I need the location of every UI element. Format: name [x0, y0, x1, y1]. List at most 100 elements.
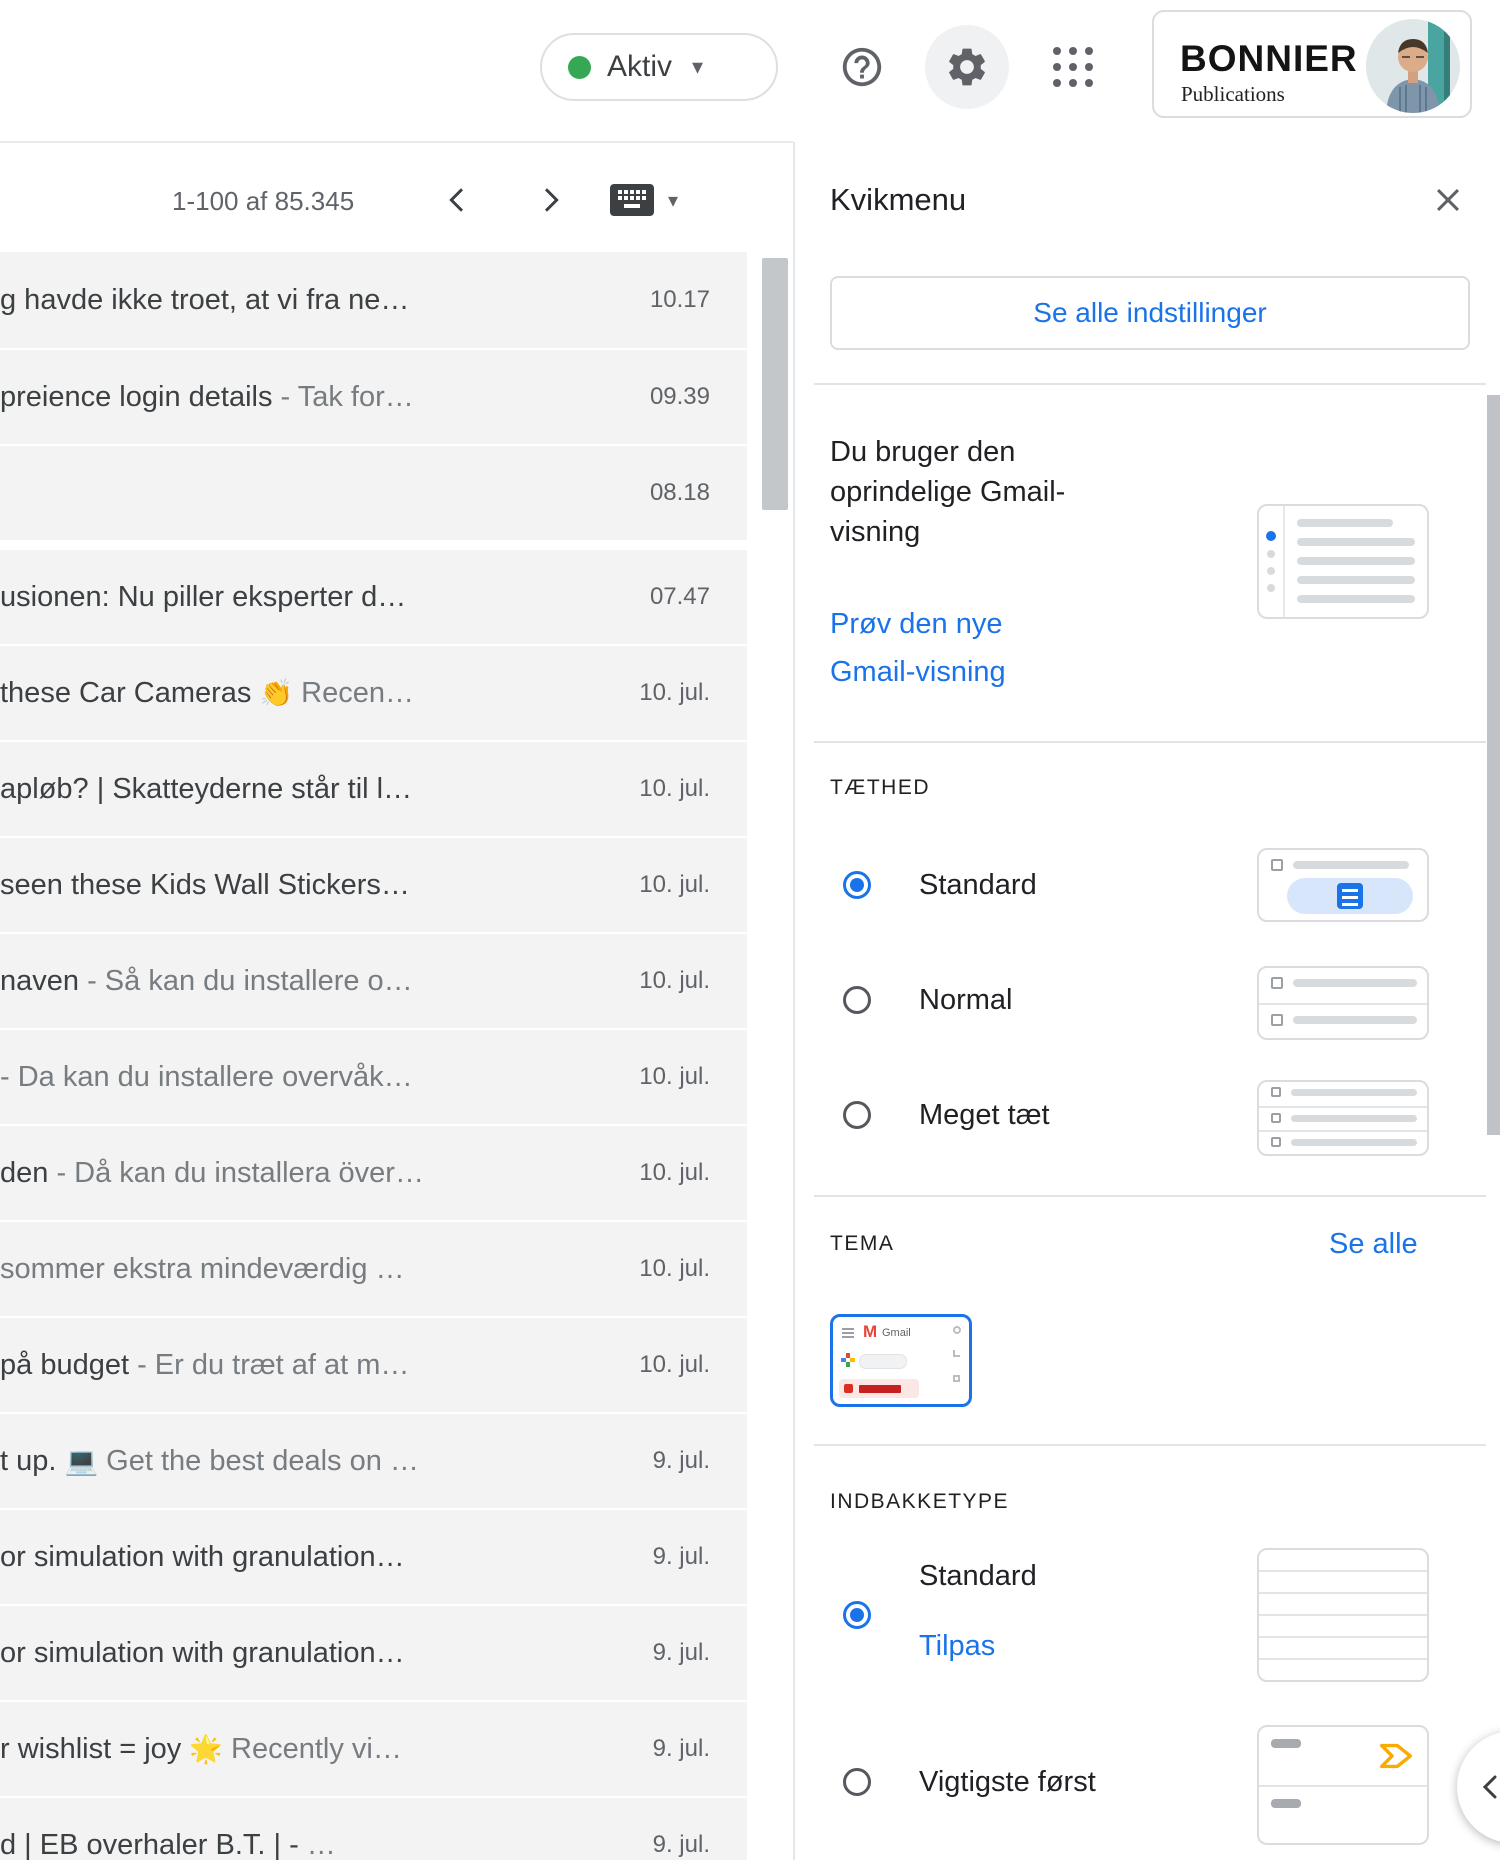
email-row[interactable]: r wishlist = joy 🌟 Recently vi… 9. jul.	[0, 1700, 747, 1796]
selected-label-row	[839, 1379, 919, 1398]
email-row[interactable]: usionen: Nu piller eksperter d… 07.47	[0, 548, 747, 644]
email-time: 10. jul.	[639, 1255, 710, 1282]
try-new-view-link[interactable]: Prøv den nye Gmail-visning	[830, 600, 1006, 696]
density-compact-label: Meget tæt	[919, 1099, 1050, 1131]
illustration-lines	[1285, 506, 1427, 617]
density-standard-label: Standard	[919, 869, 1037, 901]
pagination-count: 1-100 af 85.345	[172, 186, 355, 216]
list-mark	[953, 1350, 960, 1357]
panel-scrollbar[interactable]	[1487, 395, 1500, 1135]
email-row[interactable]: these Car Cameras 👏 Recen… 10. jul.	[0, 644, 747, 740]
email-row[interactable]: 08.18	[0, 444, 747, 540]
email-time: 9. jul.	[652, 1639, 710, 1666]
importance-marker-icon	[1380, 1743, 1412, 1769]
see-all-settings-button[interactable]: Se alle indstillinger	[830, 276, 1470, 350]
gmail-wordmark: Gmail	[882, 1327, 911, 1339]
close-panel-button[interactable]	[1424, 176, 1472, 224]
theme-thumbnail-selected[interactable]: M Gmail	[830, 1314, 972, 1407]
email-subject-segment: t up.	[0, 1444, 65, 1477]
inbox-standard-thumbnail[interactable]	[1257, 1548, 1429, 1682]
density-standard-thumbnail[interactable]	[1257, 848, 1429, 922]
email-time: 10. jul.	[639, 775, 710, 802]
email-time: 08.18	[649, 479, 710, 506]
density-compact-thumbnail[interactable]	[1257, 1080, 1429, 1156]
email-subject: - Da kan du installere overvåk…	[0, 1061, 413, 1094]
email-row[interactable]: or simulation with granulation… 9. jul.	[0, 1508, 747, 1604]
email-row[interactable]: den - Då kan du installera över… 10. jul…	[0, 1124, 747, 1220]
email-row[interactable]: naven - Så kan du installere o… 10. jul.	[0, 932, 747, 1028]
email-subject: usionen: Nu piller eksperter d…	[0, 581, 406, 614]
email-subject-segment: usionen: Nu piller eksperter d…	[0, 580, 407, 613]
density-normal-thumbnail[interactable]	[1257, 966, 1429, 1040]
email-subject: apløb? | Skatteyderne står til l…	[0, 773, 412, 806]
email-row[interactable]: g havde ikke troet, at vi fra ne… 10.17	[0, 252, 747, 348]
sender-pill	[1271, 1799, 1301, 1808]
inbox-important-first-thumbnail[interactable]	[1257, 1725, 1429, 1845]
email-row[interactable]: d | EB overhaler B.T. | - … 9. jul.	[0, 1796, 747, 1860]
email-time: 9. jul.	[652, 1735, 710, 1762]
email-subject-segment: Recently vi…	[222, 1732, 402, 1765]
newer-page-button[interactable]	[436, 178, 480, 222]
email-list: g havde ikke troet, at vi fra ne… 10.17 …	[0, 252, 747, 1860]
email-subject-segment: Get the best deals on …	[98, 1444, 419, 1477]
email-subject-segment: - Er du træt af at m…	[129, 1348, 410, 1381]
email-row[interactable]: t up. 💻 Get the best deals on … 9. jul.	[0, 1412, 747, 1508]
inbox-important-first-radio[interactable]	[843, 1768, 871, 1796]
email-row[interactable]: på budget - Er du træt af at m… 10. jul.	[0, 1316, 747, 1412]
inbox-standard-radio[interactable]	[843, 1601, 871, 1629]
email-subject: r wishlist = joy 🌟 Recently vi…	[0, 1733, 402, 1766]
email-time: 07.47	[649, 583, 710, 610]
email-subject: d | EB overhaler B.T. | - …	[0, 1829, 336, 1860]
email-row[interactable]: seen these Kids Wall Stickers… 10. jul.	[0, 836, 747, 932]
density-compact-radio[interactable]	[843, 1101, 871, 1129]
chevron-down-icon: ▾	[692, 54, 704, 79]
input-tools-button[interactable]: ▾	[608, 182, 678, 218]
email-subject: seen these Kids Wall Stickers…	[0, 869, 410, 902]
email-subject: den - Då kan du installera över…	[0, 1157, 424, 1190]
email-subject: g havde ikke troet, at vi fra ne…	[0, 284, 409, 317]
email-subject: or simulation with granulation…	[0, 1637, 405, 1670]
section-divider	[814, 383, 1486, 385]
density-standard-radio[interactable]	[843, 871, 871, 899]
apps-grid-button[interactable]	[1047, 41, 1099, 93]
view-notice-line: Du bruger den	[830, 436, 1016, 468]
email-subject: sommer ekstra mindeværdig …	[0, 1253, 405, 1286]
email-list-scrollbar[interactable]	[762, 258, 788, 510]
chevron-left-icon	[1482, 1775, 1497, 1799]
email-time: 10. jul.	[639, 1351, 710, 1378]
search-icon	[953, 1326, 961, 1334]
email-subject: preience login details - Tak for…	[0, 381, 414, 414]
email-subject: or simulation with granulation…	[0, 1541, 405, 1574]
email-time: 9. jul.	[652, 1447, 710, 1474]
email-time: 10. jul.	[639, 1159, 710, 1186]
email-row[interactable]: or simulation with granulation… 9. jul.	[0, 1604, 747, 1700]
email-subject-segment: - Tak for…	[272, 380, 414, 413]
status-dropdown[interactable]: Aktiv ▾	[540, 33, 778, 101]
inbox-customize-link[interactable]: Tilpas	[919, 1630, 995, 1663]
email-subject-segment: - Da kan du installere overvåk…	[0, 1060, 413, 1093]
email-subject-segment: or simulation with granulation…	[0, 1540, 405, 1573]
older-page-button[interactable]	[528, 178, 572, 222]
theme-see-all-link[interactable]: Se alle	[1329, 1228, 1418, 1261]
email-row[interactable]: preience login details - Tak for… 09.39	[0, 348, 747, 444]
density-header: TÆTHED	[830, 776, 930, 799]
email-subject-segment: r wishlist = joy	[0, 1732, 190, 1765]
gear-icon	[949, 48, 985, 86]
avatar[interactable]	[1366, 19, 1460, 113]
illustration-nav-column	[1259, 506, 1285, 617]
panel-divider	[793, 142, 795, 1860]
inbox-important-first-label: Vigtigste først	[919, 1766, 1096, 1798]
help-icon	[842, 47, 882, 87]
email-row[interactable]: sommer ekstra mindeværdig … 10. jul.	[0, 1220, 747, 1316]
settings-button[interactable]	[925, 25, 1009, 109]
help-button[interactable]	[832, 37, 892, 97]
account-brand-card[interactable]: BONNIER Publications	[1152, 10, 1472, 118]
panel-title: Kvikmenu	[830, 182, 967, 217]
density-normal-radio[interactable]	[843, 986, 871, 1014]
email-row[interactable]: apløb? | Skatteyderne står til l… 10. ju…	[0, 740, 747, 836]
view-notice-line: visning	[830, 516, 921, 548]
collapse-panel-button[interactable]	[1457, 1731, 1500, 1843]
email-subject-segment: sommer ekstra mindeværdig …	[0, 1252, 405, 1285]
density-normal-label: Normal	[919, 984, 1013, 1016]
email-row[interactable]: - Da kan du installere overvåk… 10. jul.	[0, 1028, 747, 1124]
